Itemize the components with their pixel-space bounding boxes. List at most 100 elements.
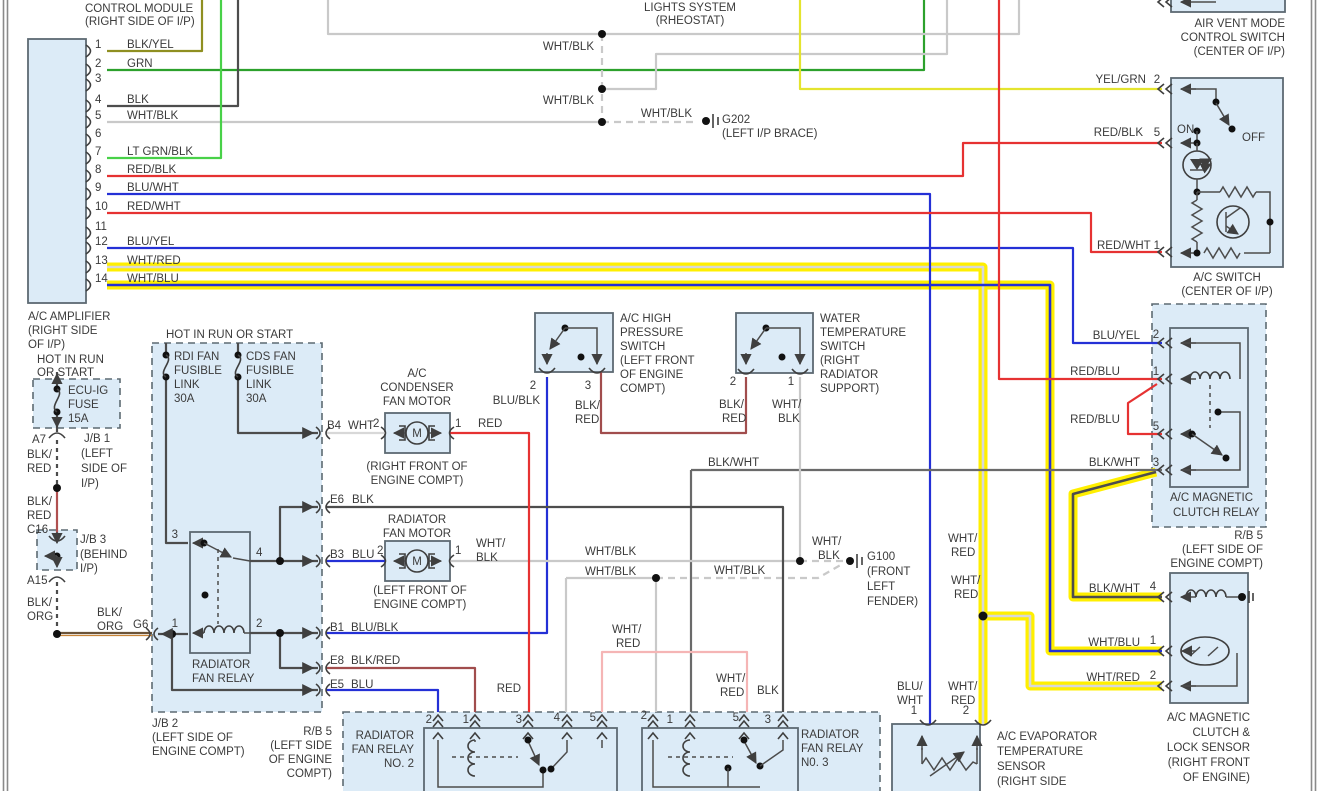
label-blkorg2-1: BLK/ bbox=[97, 607, 123, 619]
label-whtred-e1: WHT/ bbox=[948, 681, 978, 693]
module-pin-number-1: 1 bbox=[95, 39, 101, 51]
label-ls-p2: 2 bbox=[1150, 670, 1156, 682]
label-rad-loc1: (LEFT FRONT OF bbox=[373, 585, 467, 597]
wire-red-wht bbox=[107, 211, 1162, 254]
label-rb5r-2: (LEFT SIDE OF bbox=[1182, 544, 1263, 556]
label-jb3-1: J/B 3 bbox=[80, 534, 106, 546]
label-yelgrn: YEL/GRN bbox=[1096, 74, 1147, 86]
wire-e5-blu bbox=[326, 688, 440, 712]
label-whtblk-a: WHT/BLK bbox=[543, 41, 594, 53]
water-temp-switch-box bbox=[735, 312, 814, 374]
label-blkorg1-1: BLK/ bbox=[27, 597, 53, 609]
label-wt-2: TEMPERATURE bbox=[820, 327, 906, 339]
label-rad-2: FAN MOTOR bbox=[383, 528, 451, 540]
module-pin-label-5: WHT/BLK bbox=[127, 110, 178, 122]
wiring-diagram-canvas: CONTROL MODULE(RIGHT SIDE OF I/P)LIGHTS … bbox=[2, 0, 1317, 791]
label-acswitch-2: (CENTER OF I/P) bbox=[1181, 286, 1273, 298]
wire-red-blk bbox=[107, 141, 1162, 178]
label-hot1-1: HOT IN RUN bbox=[37, 354, 104, 366]
label-blkred-b2: RED bbox=[722, 413, 746, 425]
label-jb1-1: J/B 1 bbox=[84, 433, 110, 445]
label-ls-3: LOCK SENSOR bbox=[1167, 742, 1250, 754]
label-hp-p2: 2 bbox=[530, 380, 536, 392]
label-jb2-1: J/B 2 bbox=[152, 718, 178, 730]
label-blkred2-1: BLK/ bbox=[27, 496, 53, 508]
module-pin-label-9: BLU/WHT bbox=[127, 182, 179, 194]
label-e6: E6 bbox=[330, 494, 344, 506]
label-whtred-c1: WHT/ bbox=[612, 624, 642, 636]
label-blkred-b1: BLK/ bbox=[719, 399, 745, 411]
label-red-lbl1: RED bbox=[478, 418, 502, 430]
module-pin-label-12: BLU/YEL bbox=[127, 236, 175, 248]
label-rb5r-1: R/B 5 bbox=[1234, 530, 1263, 542]
label-cond-loc1: (RIGHT FRONT OF bbox=[366, 461, 467, 473]
label-blkorg2-2: ORG bbox=[97, 621, 123, 633]
label-cr-name2: CLUTCH RELAY bbox=[1173, 507, 1260, 519]
label-cond-3: FAN MOTOR bbox=[383, 396, 451, 408]
label-bluyel: BLU/YEL bbox=[1093, 330, 1141, 342]
label-wt-p2: 2 bbox=[730, 376, 736, 388]
label-rdi-4: 30A bbox=[174, 393, 195, 405]
module-pin-number-13: 13 bbox=[95, 255, 108, 267]
label-g100: G100 bbox=[867, 551, 895, 563]
label-whtred-f: WHT/RED bbox=[1086, 672, 1140, 684]
module-pin-number-10: 10 bbox=[95, 201, 108, 213]
label-cds-3: LINK bbox=[246, 379, 272, 391]
label-rad-p1: 1 bbox=[455, 545, 461, 557]
label-cond-1: A/C bbox=[407, 368, 426, 380]
label-lights-system-2: (RHEOSTAT) bbox=[656, 15, 725, 27]
label-whtblk-c: WHT/BLK bbox=[641, 108, 692, 120]
label-rb5l-3: OF ENGINE bbox=[269, 754, 333, 766]
label-whtred-b2: RED bbox=[954, 589, 978, 601]
label-redblu-b: RED/BLU bbox=[1070, 414, 1120, 426]
label-b3-blu: BLU bbox=[352, 549, 374, 561]
evaporator-sensor-box bbox=[891, 723, 981, 791]
label-g100-4: FENDER) bbox=[867, 596, 918, 608]
radiator-fan-relay-box bbox=[189, 531, 251, 654]
label-relay2-1: RADIATOR bbox=[356, 730, 414, 742]
module-pin-label-8: RED/BLK bbox=[127, 164, 177, 176]
label-g202-loc: (LEFT I/P BRACE) bbox=[722, 128, 818, 140]
label-hp-1: A/C HIGH bbox=[620, 313, 671, 325]
label-hp-3: SWITCH bbox=[620, 341, 665, 353]
label-wt-5: RADIATOR bbox=[820, 369, 878, 381]
module-pin-number-2: 2 bbox=[95, 58, 101, 70]
label-g6: G6 bbox=[133, 619, 148, 631]
label-rb5l-4: COMPT) bbox=[287, 768, 333, 780]
case-ground-icon bbox=[1238, 593, 1246, 601]
label-hot1-2: OR START bbox=[37, 367, 94, 379]
label-jb2-3: ENGINE COMPT) bbox=[152, 746, 245, 758]
label-acswitch-1: A/C SWITCH bbox=[1193, 272, 1261, 284]
label-whtblk-d2: BLK bbox=[476, 552, 498, 564]
module-pin-label-4: BLK bbox=[127, 94, 149, 106]
label-airvent-3: (CENTER OF I/P) bbox=[1194, 46, 1286, 58]
label-e6-blk: BLK bbox=[352, 494, 374, 506]
label-airvent-1: AIR VENT MODE bbox=[1194, 18, 1285, 30]
wire-red-blu bbox=[997, 0, 1162, 381]
label-e8-c: BLK/RED bbox=[351, 655, 400, 667]
label-blkorg1-2: ORG bbox=[27, 611, 53, 623]
label-blkred1-2: RED bbox=[27, 463, 51, 475]
label-hot2: HOT IN RUN OR START bbox=[166, 329, 293, 341]
label-fanrelay-1: RADIATOR bbox=[192, 659, 250, 671]
module-pin-number-11: 11 bbox=[95, 221, 107, 233]
label-wt-4: (RIGHT bbox=[820, 355, 860, 367]
label-whtred-d2: RED bbox=[720, 687, 744, 699]
label-g100-3: LEFT bbox=[867, 581, 895, 593]
label-hp-6: COMPT) bbox=[620, 383, 666, 395]
label-whtblk-d1: WHT/ bbox=[476, 538, 506, 550]
label-ls-5: OF ENGINE) bbox=[1183, 772, 1250, 784]
label-rb5r-3: ENGINE COMPT) bbox=[1170, 558, 1263, 570]
label-off: OFF bbox=[1242, 132, 1265, 144]
label-evap-4: (RIGHT SIDE bbox=[997, 776, 1067, 788]
label-control-module-1: CONTROL MODULE bbox=[85, 3, 194, 15]
label-whtblk-i1: WHT/ bbox=[812, 536, 842, 548]
label-r3-p3: 3 bbox=[765, 714, 771, 726]
label-rad-m: M bbox=[412, 556, 422, 568]
wire-blk-wht-hl bbox=[1071, 470, 1162, 599]
label-b4-2: 2 bbox=[373, 418, 379, 430]
label-ecuig-3: 15A bbox=[68, 413, 89, 425]
label-evap-1: A/C EVAPORATOR bbox=[997, 731, 1097, 743]
label-r3-p1: 1 bbox=[667, 714, 673, 726]
module-pin-number-12: 12 bbox=[95, 236, 108, 248]
